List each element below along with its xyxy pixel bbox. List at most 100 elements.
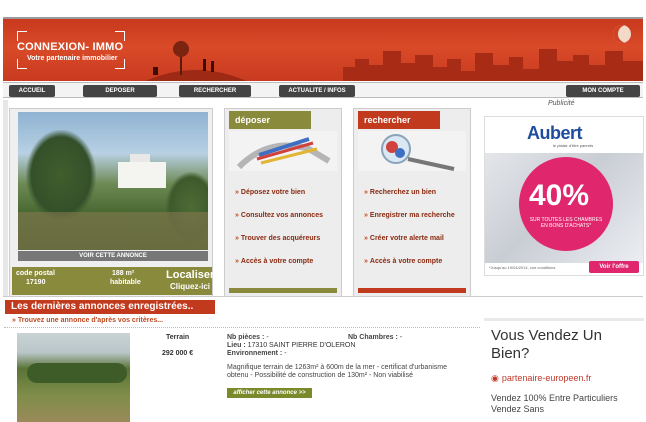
logo-title: CONNEXION- IMMO bbox=[17, 41, 124, 53]
vendez-ad[interactable]: Vous Vendez Un Bien? ◉ partenaire-europee… bbox=[484, 318, 644, 422]
show-listing-button[interactable]: afficher cette annonce >> bbox=[227, 388, 312, 398]
deposer-menu-item[interactable]: » Consultez vos annonces bbox=[235, 212, 339, 235]
photo-tree bbox=[26, 130, 96, 220]
arrow-icon: » bbox=[235, 189, 239, 196]
site-favicon-icon: ◉ bbox=[491, 373, 499, 383]
moon-icon bbox=[613, 25, 631, 43]
deposer-illustration bbox=[229, 131, 337, 171]
hill-scene-illustration bbox=[145, 41, 247, 81]
logo-corner bbox=[115, 31, 125, 41]
postal-code-value: 17190 bbox=[26, 279, 46, 286]
vendez-headline: Vous Vendez Un Bien? bbox=[491, 327, 602, 362]
photo-bushes bbox=[27, 363, 127, 383]
location-label: Lieu : bbox=[227, 342, 246, 349]
nav-accueil[interactable]: ACCUEIL bbox=[9, 85, 55, 97]
left-gutter bbox=[3, 100, 8, 296]
see-listing-button[interactable]: VOIR CETTE ANNONCE bbox=[18, 251, 208, 261]
photo-house bbox=[118, 162, 166, 188]
arrow-icon: » bbox=[364, 235, 368, 242]
rechercher-title: rechercher bbox=[358, 111, 440, 129]
environment-value: - bbox=[284, 350, 287, 357]
magnifier-illustration bbox=[358, 131, 466, 171]
area-value: 188 m² bbox=[112, 270, 135, 277]
location-value: 17310 SAINT PIERRE D'OLERON bbox=[247, 342, 356, 349]
featured-property-panel: VOIR CETTE ANNONCE code postal 17190 188… bbox=[9, 108, 215, 297]
deposer-menu: » Déposez votre bien » Consultez vos annon… bbox=[235, 189, 339, 281]
menu-item-label: Déposez votre bien bbox=[240, 189, 306, 196]
rechercher-menu-item[interactable]: » Créer votre alerte mail bbox=[364, 235, 468, 258]
logo-corner bbox=[17, 59, 27, 69]
dotted-divider bbox=[4, 327, 480, 329]
rooms-value: - bbox=[266, 334, 269, 341]
aubert-ad[interactable]: Aubert le plaisir d'être parents 40% SUR… bbox=[484, 116, 644, 276]
rechercher-menu-item[interactable]: » Enregistrer ma recherche bbox=[364, 212, 468, 235]
bedrooms-value: - bbox=[399, 334, 403, 341]
nav-mon-compte[interactable]: MON COMPTE bbox=[566, 85, 640, 97]
environment-label: Environnement : bbox=[227, 350, 283, 357]
menu-item-label: Consultez vos annonces bbox=[240, 212, 323, 219]
ad-fine-print: *Jusqu'au 19/04/2014, voir conditions bbox=[489, 265, 556, 270]
deposer-title: déposer bbox=[229, 111, 311, 129]
vendez-site-label: partenaire-europeen.fr bbox=[501, 373, 592, 383]
environment-field: Environnement : - bbox=[227, 350, 287, 357]
nav-deposer[interactable]: DEPOSER bbox=[83, 85, 157, 97]
main-nav: ACCUEIL DEPOSER RECHERCHER ACTUALITE / I… bbox=[3, 82, 643, 98]
latest-listings-title: Les dernières annonces enregistrées.. bbox=[5, 300, 215, 314]
rechercher-menu: » Recherchez un bien » Enregistrer ma rech… bbox=[364, 189, 468, 281]
area-label: habitable bbox=[110, 279, 141, 286]
arrow-icon: » bbox=[235, 212, 239, 219]
menu-item-label: Trouver des acquéreurs bbox=[240, 235, 321, 242]
rooms-field: Nb pièces : - bbox=[227, 334, 269, 341]
menu-item-label: Enregistrer ma recherche bbox=[369, 212, 455, 219]
listing-description: Magnifique terrain de 1263m² à 600m de l… bbox=[227, 364, 447, 379]
city-skyline-illustration bbox=[343, 49, 643, 81]
arrow-icon: » bbox=[235, 258, 239, 265]
nav-actualite[interactable]: ACTUALITE / INFOS bbox=[279, 85, 355, 97]
vendez-site: ◉ partenaire-europeen.fr bbox=[491, 373, 594, 384]
rooms-label: Nb pièces : bbox=[227, 334, 265, 341]
arrow-icon: » bbox=[235, 235, 239, 242]
menu-item-label: Accès à votre compte bbox=[369, 258, 443, 265]
deposer-bottom-bar bbox=[229, 288, 337, 293]
bedrooms-label: Nb Chambres : bbox=[348, 334, 398, 341]
aubert-tagline: le plaisir d'être parents bbox=[553, 143, 594, 148]
rechercher-panel: rechercher » Recherchez un bien » Enregist… bbox=[353, 108, 471, 297]
vendez-body: Vendez 100% Entre Particuliers Vendez Sa… bbox=[491, 393, 618, 414]
listing-photo[interactable] bbox=[17, 333, 130, 422]
criteria-search-label: Trouvez une annonce d'après vos critères… bbox=[17, 317, 164, 324]
bedrooms-field: Nb Chambres : - bbox=[348, 334, 402, 341]
localise-cta: Cliquez-ici bbox=[170, 282, 211, 291]
ad-label: Publicité bbox=[548, 100, 575, 107]
postal-code-label: code postal bbox=[16, 270, 55, 277]
arrow-icon: » bbox=[364, 212, 368, 219]
menu-item-label: Créer votre alerte mail bbox=[369, 235, 444, 242]
arrow-icon: » bbox=[364, 258, 368, 265]
featured-property-photo[interactable] bbox=[18, 112, 208, 250]
rechercher-bottom-bar bbox=[358, 288, 466, 293]
ad-promo-text: SUR TOUTES LES CHAMBRES EN BONS D'ACHATS… bbox=[529, 217, 603, 229]
ad-discount-percent: 40% bbox=[529, 179, 590, 212]
header-banner: CONNEXION- IMMO Votre partenaire immobil… bbox=[3, 17, 643, 81]
deposer-menu-item[interactable]: » Accès à votre compte bbox=[235, 258, 339, 281]
featured-info-bar: code postal 17190 188 m² habitable Local… bbox=[12, 267, 215, 295]
arrow-icon: » bbox=[364, 189, 368, 196]
nav-rechercher[interactable]: RECHERCHER bbox=[179, 85, 251, 97]
location-field: Lieu : 17310 SAINT PIERRE D'OLERON bbox=[227, 342, 355, 349]
photo-ground bbox=[18, 212, 208, 250]
menu-item-label: Recherchez un bien bbox=[369, 189, 437, 196]
section-divider bbox=[3, 296, 643, 297]
deposer-menu-item[interactable]: » Trouver des acquéreurs bbox=[235, 235, 339, 258]
listing-price: 292 000 € bbox=[162, 350, 194, 357]
listing-type: Terrain bbox=[166, 334, 190, 341]
ad-cta-button[interactable]: Voir l'offre bbox=[589, 261, 639, 273]
deposer-menu-item[interactable]: » Déposez votre bien bbox=[235, 189, 339, 212]
rechercher-menu-item[interactable]: » Recherchez un bien bbox=[364, 189, 468, 212]
deposer-panel: déposer » Déposez votre bien » Consultez v… bbox=[224, 108, 342, 297]
rechercher-menu-item[interactable]: » Accès à votre compte bbox=[364, 258, 468, 281]
localise-label: Localiser bbox=[166, 269, 215, 281]
localise-button[interactable]: Localiser Cliquez-ici bbox=[164, 269, 215, 293]
aubert-logo: Aubert bbox=[527, 123, 583, 143]
criteria-search-link[interactable]: » Trouvez une annonce d'après vos critèr… bbox=[12, 317, 163, 324]
logo-corner bbox=[17, 31, 27, 41]
menu-item-label: Accès à votre compte bbox=[240, 258, 314, 265]
